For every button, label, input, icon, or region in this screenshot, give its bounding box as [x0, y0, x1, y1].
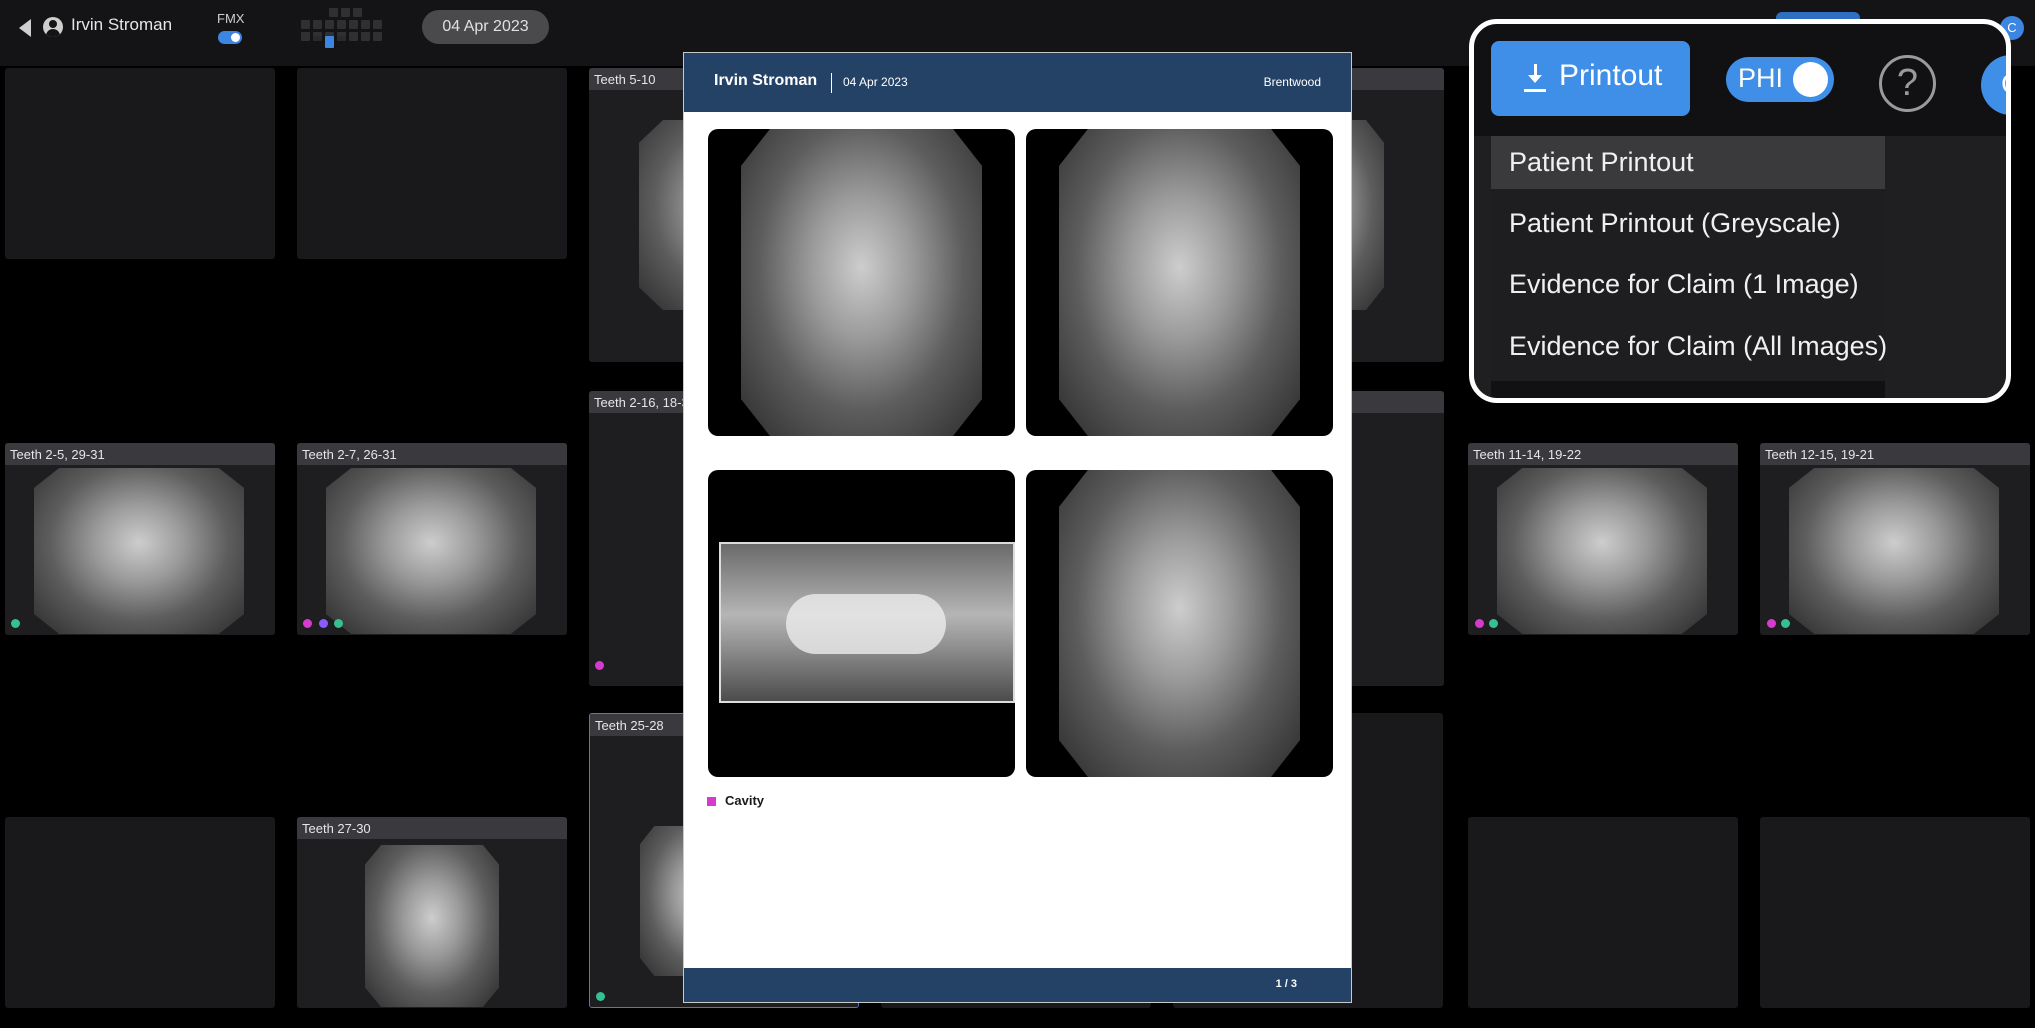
- xray-tile-teeth-27-30[interactable]: Teeth 27-30: [297, 817, 567, 1008]
- preview-location: Brentwood: [1263, 75, 1321, 89]
- back-arrow-icon[interactable]: [14, 16, 36, 38]
- finding-dot: [319, 619, 328, 628]
- printout-button-label: Printout: [1559, 59, 1663, 92]
- printout-button[interactable]: Printout: [1491, 41, 1690, 116]
- menu-item-patient-printout-greyscale[interactable]: Patient Printout (Greyscale): [1491, 197, 1885, 250]
- xray-image: [365, 845, 499, 1007]
- preview-xray-1: [708, 129, 1015, 436]
- preview-xray-4: [1026, 470, 1333, 777]
- header-divider: [831, 73, 832, 93]
- finding-dot: [1475, 619, 1484, 628]
- preview-date: 04 Apr 2023: [843, 75, 908, 89]
- background-tile: [1474, 136, 1491, 398]
- finding-dot: [595, 661, 604, 670]
- preview-header: Irvin Stroman 04 Apr 2023 Brentwood: [684, 53, 1351, 112]
- printout-menu: Patient Printout Patient Printout (Greys…: [1491, 136, 1887, 381]
- help-icon[interactable]: ?: [1879, 55, 1936, 112]
- tile-label: Teeth 11-14, 19-22: [1468, 443, 1738, 465]
- tile-body: [297, 465, 567, 635]
- empty-slot[interactable]: [5, 817, 275, 1008]
- tile-body: [5, 465, 275, 635]
- patient-name[interactable]: Irvin Stroman: [71, 15, 172, 35]
- exam-date-pill[interactable]: 04 Apr 2023: [422, 10, 549, 44]
- finding-dot: [1781, 619, 1790, 628]
- tile-body: [1468, 465, 1738, 635]
- finding-dot: [334, 619, 343, 628]
- xray-image: [1789, 468, 1999, 634]
- xray-tile-teeth-2-7-26-31[interactable]: Teeth 2-7, 26-31: [297, 443, 567, 635]
- panoramic-xray-image: [719, 542, 1015, 703]
- user-avatar[interactable]: C: [1981, 55, 2006, 115]
- download-icon: [1524, 64, 1546, 92]
- background-tile: [1885, 136, 2006, 398]
- xray-tile-teeth-12-15-19-21[interactable]: Teeth 12-15, 19-21: [1760, 443, 2030, 635]
- menu-item-evidence-1-image[interactable]: Evidence for Claim (1 Image): [1491, 258, 1885, 311]
- xray-tile-teeth-2-5-29-31[interactable]: Teeth 2-5, 29-31: [5, 443, 275, 635]
- finding-dot: [1767, 619, 1776, 628]
- finding-dot: [596, 992, 605, 1001]
- empty-slot[interactable]: [1468, 817, 1738, 1008]
- fmx-layout-grid-icon[interactable]: [301, 8, 385, 48]
- empty-slot[interactable]: [5, 68, 275, 259]
- tile-label: Teeth 2-5, 29-31: [5, 443, 275, 465]
- tile-body: [1760, 465, 2030, 635]
- empty-slot[interactable]: [1760, 817, 2030, 1008]
- tile-label: Teeth 2-7, 26-31: [297, 443, 567, 465]
- finding-dot: [1489, 619, 1498, 628]
- menu-item-patient-printout[interactable]: Patient Printout: [1491, 136, 1885, 189]
- legend-cavity-label: Cavity: [725, 793, 765, 808]
- tile-label: Teeth 12-15, 19-21: [1760, 443, 2030, 465]
- fmx-toggle[interactable]: [218, 31, 242, 44]
- toggle-knob: [1793, 62, 1828, 97]
- preview-footer: 1 / 3: [684, 968, 1351, 1002]
- preview-panoramic: [708, 470, 1015, 777]
- xray-image: [1059, 470, 1300, 777]
- finding-dot: [11, 619, 20, 628]
- xray-image: [34, 468, 244, 634]
- user-icon: [43, 17, 63, 37]
- phi-label: PHI: [1738, 63, 1784, 93]
- empty-slot[interactable]: [297, 68, 567, 259]
- fmx-label: FMX: [217, 11, 245, 26]
- preview-xray-2: [1026, 129, 1333, 436]
- printout-preview-page: Irvin Stroman 04 Apr 2023 Brentwood Cavi…: [683, 52, 1352, 1003]
- xray-image: [1497, 468, 1707, 634]
- tile-label: Teeth 27-30: [297, 817, 567, 839]
- xray-tile-teeth-11-14-19-22[interactable]: Teeth 11-14, 19-22: [1468, 443, 1738, 635]
- xray-image: [1059, 129, 1300, 436]
- printout-dropdown-zoom: Printout PHI ? C Patient Printout Patien…: [1469, 19, 2011, 403]
- tile-body: [297, 839, 567, 1008]
- xray-image: [326, 468, 536, 634]
- finding-dot: [303, 619, 312, 628]
- legend-cavity-swatch: [707, 797, 716, 806]
- xray-image: [741, 129, 982, 436]
- menu-item-evidence-all-images[interactable]: Evidence for Claim (All Images): [1491, 320, 1887, 373]
- preview-patient-name: Irvin Stroman: [714, 72, 818, 89]
- page-indicator: 1 / 3: [1275, 978, 1297, 990]
- phi-toggle[interactable]: PHI: [1726, 57, 1834, 102]
